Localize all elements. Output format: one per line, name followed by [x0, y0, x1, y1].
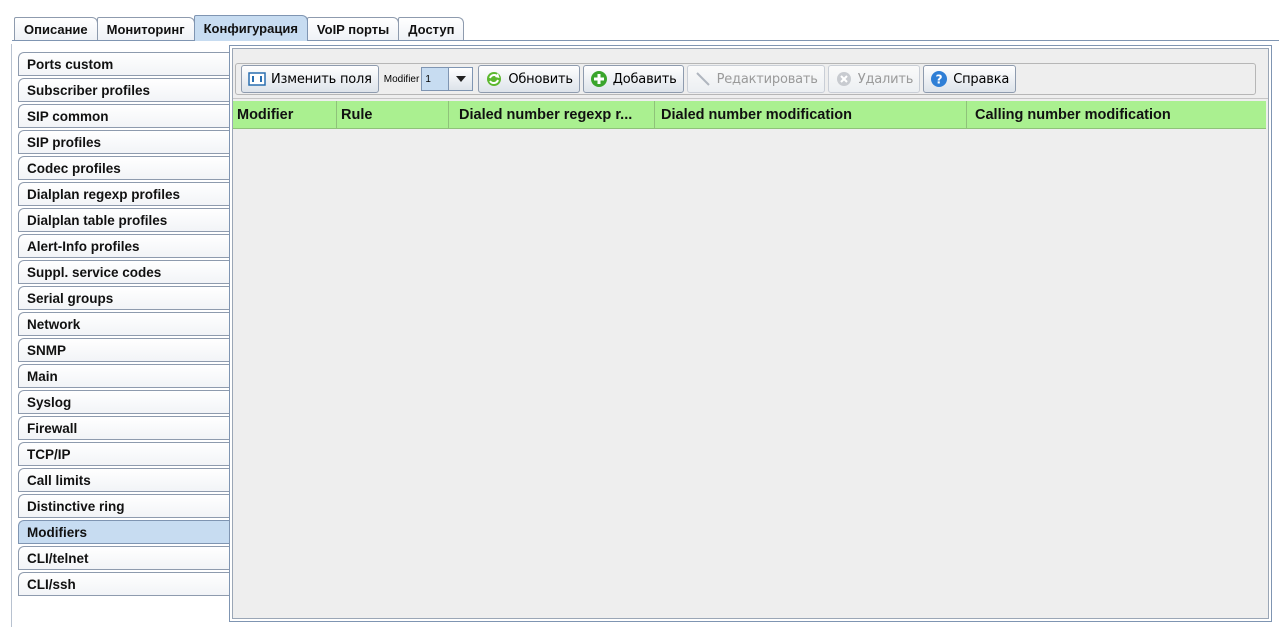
refresh-button[interactable]: Обновить — [478, 65, 580, 93]
help-label: Справка — [953, 71, 1010, 87]
config-sidebar: Ports custom Subscriber profiles SIP com… — [18, 52, 229, 598]
column-header-dialed-regexp[interactable]: Dialed number regexp r... — [449, 101, 655, 129]
modifiers-panel: Изменить поля Modifier 1 Обновить Добави… — [232, 48, 1269, 619]
add-button[interactable]: Добавить — [582, 65, 684, 93]
modifier-select[interactable]: 1 — [421, 66, 474, 92]
refresh-label: Обновить — [508, 71, 573, 87]
sidebar-item-cli-ssh[interactable]: CLI/ssh — [18, 572, 229, 596]
column-header-modifier[interactable]: Modifier — [233, 101, 337, 129]
chevron-down-icon[interactable] — [449, 67, 474, 91]
pencil-icon — [694, 70, 712, 88]
add-label: Добавить — [612, 71, 677, 87]
delete-icon — [835, 70, 853, 88]
edit-label: Редактировать — [716, 71, 818, 87]
modifier-value: 1 — [421, 67, 450, 91]
plus-icon — [590, 70, 608, 88]
sidebar-item-alert-info-profiles[interactable]: Alert-Info profiles — [18, 234, 229, 258]
sidebar-item-tcp-ip[interactable]: TCP/IP — [18, 442, 229, 466]
refresh-icon — [485, 70, 503, 88]
table-header: Modifier Rule Dialed number regexp r... … — [233, 101, 1268, 129]
edit-fields-button[interactable]: Изменить поля — [241, 65, 379, 93]
sidebar-item-modifiers[interactable]: Modifiers — [18, 520, 229, 544]
sidebar-item-subscriber-profiles[interactable]: Subscriber profiles — [18, 78, 229, 102]
tab-configuration[interactable]: Конфигурация — [193, 15, 308, 41]
content-panel: Изменить поля Modifier 1 Обновить Добави… — [229, 45, 1272, 622]
sidebar-item-sip-common[interactable]: SIP common — [18, 104, 229, 128]
column-header-calling-modification[interactable]: Calling number modification — [967, 101, 1266, 129]
sidebar-item-distinctive-ring[interactable]: Distinctive ring — [18, 494, 229, 518]
sidebar-item-snmp[interactable]: SNMP — [18, 338, 229, 362]
columns-icon — [248, 70, 266, 88]
modifier-label: Modifier — [383, 73, 420, 85]
delete-label: Удалить — [857, 71, 914, 87]
help-button[interactable]: ? Справка — [923, 65, 1017, 93]
sidebar-item-dialplan-regexp-profiles[interactable]: Dialplan regexp profiles — [18, 182, 229, 206]
svg-text:?: ? — [936, 73, 943, 87]
delete-button[interactable]: Удалить — [827, 65, 921, 93]
top-tab-bar: Описание Мониторинг Конфигурация VoIP по… — [14, 15, 465, 41]
column-header-rule[interactable]: Rule — [337, 101, 449, 129]
sidebar-item-network[interactable]: Network — [18, 312, 229, 336]
edit-button[interactable]: Редактировать — [686, 65, 825, 93]
help-icon: ? — [930, 70, 948, 88]
tab-voip-ports[interactable]: VoIP порты — [306, 17, 400, 41]
tab-description[interactable]: Описание — [14, 17, 98, 41]
sidebar-item-serial-groups[interactable]: Serial groups — [18, 286, 229, 310]
toolbar: Изменить поля Modifier 1 Обновить Добави… — [233, 49, 1268, 99]
sidebar-item-sip-profiles[interactable]: SIP profiles — [18, 130, 229, 154]
sidebar-item-call-limits[interactable]: Call limits — [18, 468, 229, 492]
edit-fields-label: Изменить поля — [271, 71, 372, 87]
tab-access[interactable]: Доступ — [398, 17, 465, 41]
sidebar-item-ports-custom[interactable]: Ports custom — [18, 52, 229, 76]
tab-monitoring[interactable]: Мониторинг — [96, 17, 195, 41]
sidebar-item-codec-profiles[interactable]: Codec profiles — [18, 156, 229, 180]
sidebar-item-dialplan-table-profiles[interactable]: Dialplan table profiles — [18, 208, 229, 232]
toolbar-row: Изменить поля Modifier 1 Обновить Добави… — [235, 63, 1256, 95]
sidebar-item-suppl-service-codes[interactable]: Suppl. service codes — [18, 260, 229, 284]
sidebar-item-cli-telnet[interactable]: CLI/telnet — [18, 546, 229, 570]
sidebar-item-main[interactable]: Main — [18, 364, 229, 388]
column-header-dialed-modification[interactable]: Dialed number modification — [655, 101, 967, 129]
sidebar-item-syslog[interactable]: Syslog — [18, 390, 229, 414]
sidebar-item-firewall[interactable]: Firewall — [18, 416, 229, 440]
